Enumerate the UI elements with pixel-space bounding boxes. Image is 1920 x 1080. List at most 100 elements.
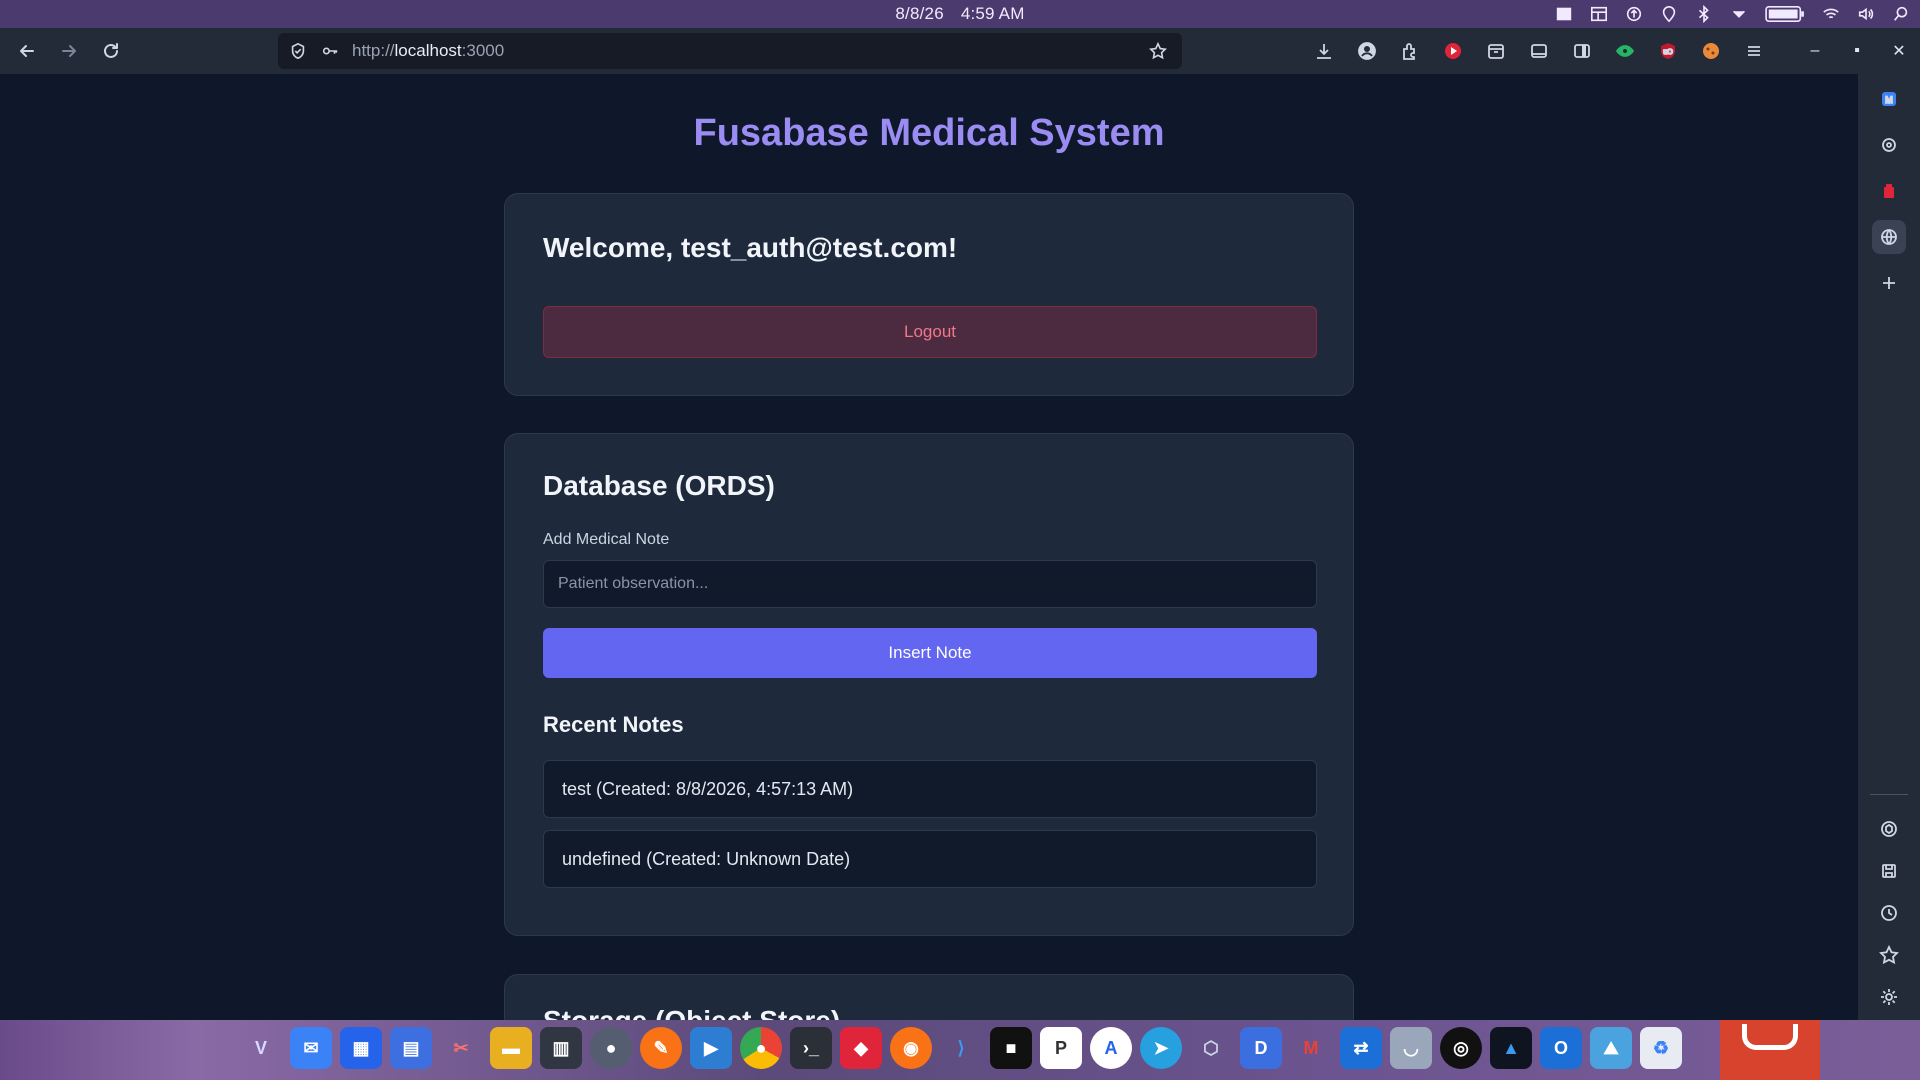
settings-icon[interactable] bbox=[1872, 980, 1906, 1014]
eye-icon[interactable] bbox=[1609, 35, 1641, 67]
cube-icon[interactable]: ■ bbox=[990, 1027, 1032, 1069]
battery-icon[interactable] bbox=[1763, 3, 1807, 25]
extensions-icon[interactable] bbox=[1394, 35, 1426, 67]
close-button[interactable]: ✕ bbox=[1878, 28, 1920, 74]
arch-icon[interactable]: ▲ bbox=[1490, 1027, 1532, 1069]
auth-card: Welcome, test_auth@test.com! Logout bbox=[504, 193, 1354, 396]
side-panel-divider bbox=[1870, 794, 1908, 795]
url-port: :3000 bbox=[461, 41, 505, 60]
window-icon[interactable] bbox=[1553, 3, 1575, 25]
menu-icon[interactable] bbox=[1738, 35, 1770, 67]
cookie-icon[interactable] bbox=[1695, 35, 1727, 67]
location-icon[interactable] bbox=[1658, 3, 1680, 25]
obs-icon[interactable]: ● bbox=[590, 1027, 632, 1069]
browser-toolbar: http://localhost:3000 uO – ▪ ✕ bbox=[0, 28, 1920, 74]
globe-icon[interactable] bbox=[1872, 220, 1906, 254]
plus-icon[interactable] bbox=[1872, 266, 1906, 300]
download-icon[interactable] bbox=[1308, 35, 1340, 67]
history-icon[interactable] bbox=[1872, 896, 1906, 930]
calendar-icon[interactable]: ▤ bbox=[390, 1027, 432, 1069]
os-time: 4:59 AM bbox=[960, 4, 1025, 23]
ai-icon[interactable] bbox=[1872, 128, 1906, 162]
upload-icon[interactable] bbox=[1623, 3, 1645, 25]
remote-icon[interactable]: ⇄ bbox=[1340, 1027, 1382, 1069]
volume-icon[interactable] bbox=[1855, 3, 1877, 25]
arrow-right-icon bbox=[62, 45, 76, 57]
vscode-icon[interactable]: ⟩ bbox=[940, 1027, 982, 1069]
youtube-icon[interactable] bbox=[1437, 35, 1469, 67]
postgres-icon[interactable]: P bbox=[1040, 1027, 1082, 1069]
outlook-icon[interactable]: O bbox=[1540, 1027, 1582, 1069]
bookmark-icon[interactable] bbox=[1872, 938, 1906, 972]
virtualbox-icon[interactable]: ⬡ bbox=[1190, 1027, 1232, 1069]
files-icon[interactable]: ▬ bbox=[490, 1027, 532, 1069]
chrome-icon[interactable]: ● bbox=[740, 1027, 782, 1069]
shield-icon[interactable] bbox=[282, 33, 314, 69]
add-note-label: Add Medical Note bbox=[543, 531, 670, 548]
firefox-icon[interactable]: ◉ bbox=[890, 1027, 932, 1069]
os-clock[interactable]: 8/8/26 4:59 AM bbox=[889, 4, 1030, 24]
chatgpt-icon[interactable] bbox=[1872, 812, 1906, 846]
key-icon[interactable] bbox=[314, 33, 346, 69]
gmail-icon[interactable]: M bbox=[1290, 1027, 1332, 1069]
url-text[interactable]: http://localhost:3000 bbox=[352, 41, 504, 61]
svg-text:M: M bbox=[1885, 95, 1893, 105]
wifi-icon[interactable] bbox=[1820, 3, 1842, 25]
database-section-title: Database (ORDS) bbox=[543, 470, 775, 501]
ublock-icon[interactable]: uO bbox=[1652, 35, 1684, 67]
telegram-icon[interactable]: ➤ bbox=[1140, 1027, 1182, 1069]
vivaldi-icon[interactable]: V bbox=[240, 1027, 282, 1069]
mail-icon[interactable]: ✉ bbox=[290, 1027, 332, 1069]
save-icon[interactable] bbox=[1872, 854, 1906, 888]
pen-icon[interactable]: ✎ bbox=[640, 1027, 682, 1069]
trash-icon[interactable] bbox=[1872, 174, 1906, 208]
page-title: Fusabase Medical System bbox=[693, 112, 1165, 154]
forward-button[interactable] bbox=[48, 28, 90, 74]
sidebar-icon[interactable] bbox=[1566, 35, 1598, 67]
recycle-icon[interactable]: ♻ bbox=[1640, 1027, 1682, 1069]
url-host: localhost bbox=[394, 41, 462, 60]
browser-side-panel: M bbox=[1858, 74, 1920, 1020]
note-list-item: undefined (Created: Unknown Date) bbox=[543, 830, 1317, 888]
account-icon[interactable] bbox=[1351, 35, 1383, 67]
bookmark-star-icon[interactable] bbox=[1142, 33, 1174, 69]
chevron-down-icon[interactable] bbox=[1728, 3, 1750, 25]
address-bar[interactable]: http://localhost:3000 bbox=[278, 33, 1182, 69]
minimize-button[interactable]: – bbox=[1794, 28, 1836, 74]
svg-text:uO: uO bbox=[1663, 49, 1673, 56]
reload-icon bbox=[104, 43, 118, 58]
dock: V ✉ ▦ ▤ ✂ ▬ ▥ ● ✎ ▶ ● ›_ ◆ ◉ ⟩ ■ P A ➤ ⬡… bbox=[228, 1020, 1692, 1076]
maximize-button[interactable]: ▪ bbox=[1836, 28, 1878, 74]
docs-icon[interactable]: D bbox=[1240, 1027, 1282, 1069]
database-card: Database (ORDS) Add Medical Note Insert … bbox=[504, 433, 1354, 936]
terminal-panel-icon[interactable]: ▥ bbox=[540, 1027, 582, 1069]
tools-icon[interactable]: ✂ bbox=[440, 1027, 482, 1069]
note-input[interactable] bbox=[543, 560, 1317, 608]
logout-button[interactable]: Logout bbox=[543, 306, 1317, 358]
welcome-message: Welcome, test_auth@test.com! bbox=[543, 232, 958, 263]
tab-icon[interactable] bbox=[1523, 35, 1555, 67]
ghost-icon[interactable]: ◡ bbox=[1390, 1027, 1432, 1069]
appstore-icon[interactable]: A bbox=[1090, 1027, 1132, 1069]
window-controls: – ▪ ✕ bbox=[1794, 28, 1920, 74]
storage-section-title: Storage (Object Store) bbox=[543, 1005, 840, 1020]
photos-icon[interactable]: ⛰ bbox=[1590, 1027, 1632, 1069]
web-page: Fusabase Medical System Welcome, test_au… bbox=[0, 74, 1858, 1020]
reload-button[interactable] bbox=[90, 28, 132, 74]
steam-icon[interactable]: ◎ bbox=[1440, 1027, 1482, 1069]
archive-icon[interactable] bbox=[1480, 35, 1512, 67]
bluetooth-icon[interactable] bbox=[1693, 3, 1715, 25]
storage-card: Storage (Object Store) bbox=[504, 974, 1354, 1020]
os-date: 8/8/26 bbox=[895, 4, 944, 23]
finder-icon[interactable]: ▶ bbox=[690, 1027, 732, 1069]
git-icon[interactable]: ◆ bbox=[840, 1027, 882, 1069]
layout-icon[interactable] bbox=[1588, 3, 1610, 25]
oracle-icon[interactable] bbox=[1720, 1020, 1820, 1080]
search-icon[interactable] bbox=[1890, 3, 1912, 25]
terminal-icon[interactable]: ›_ bbox=[790, 1027, 832, 1069]
mastodon-icon[interactable]: M bbox=[1872, 82, 1906, 116]
insert-note-button[interactable]: Insert Note bbox=[543, 628, 1317, 678]
url-prefix: http:// bbox=[352, 41, 395, 60]
back-button[interactable] bbox=[6, 28, 48, 74]
store-icon[interactable]: ▦ bbox=[340, 1027, 382, 1069]
